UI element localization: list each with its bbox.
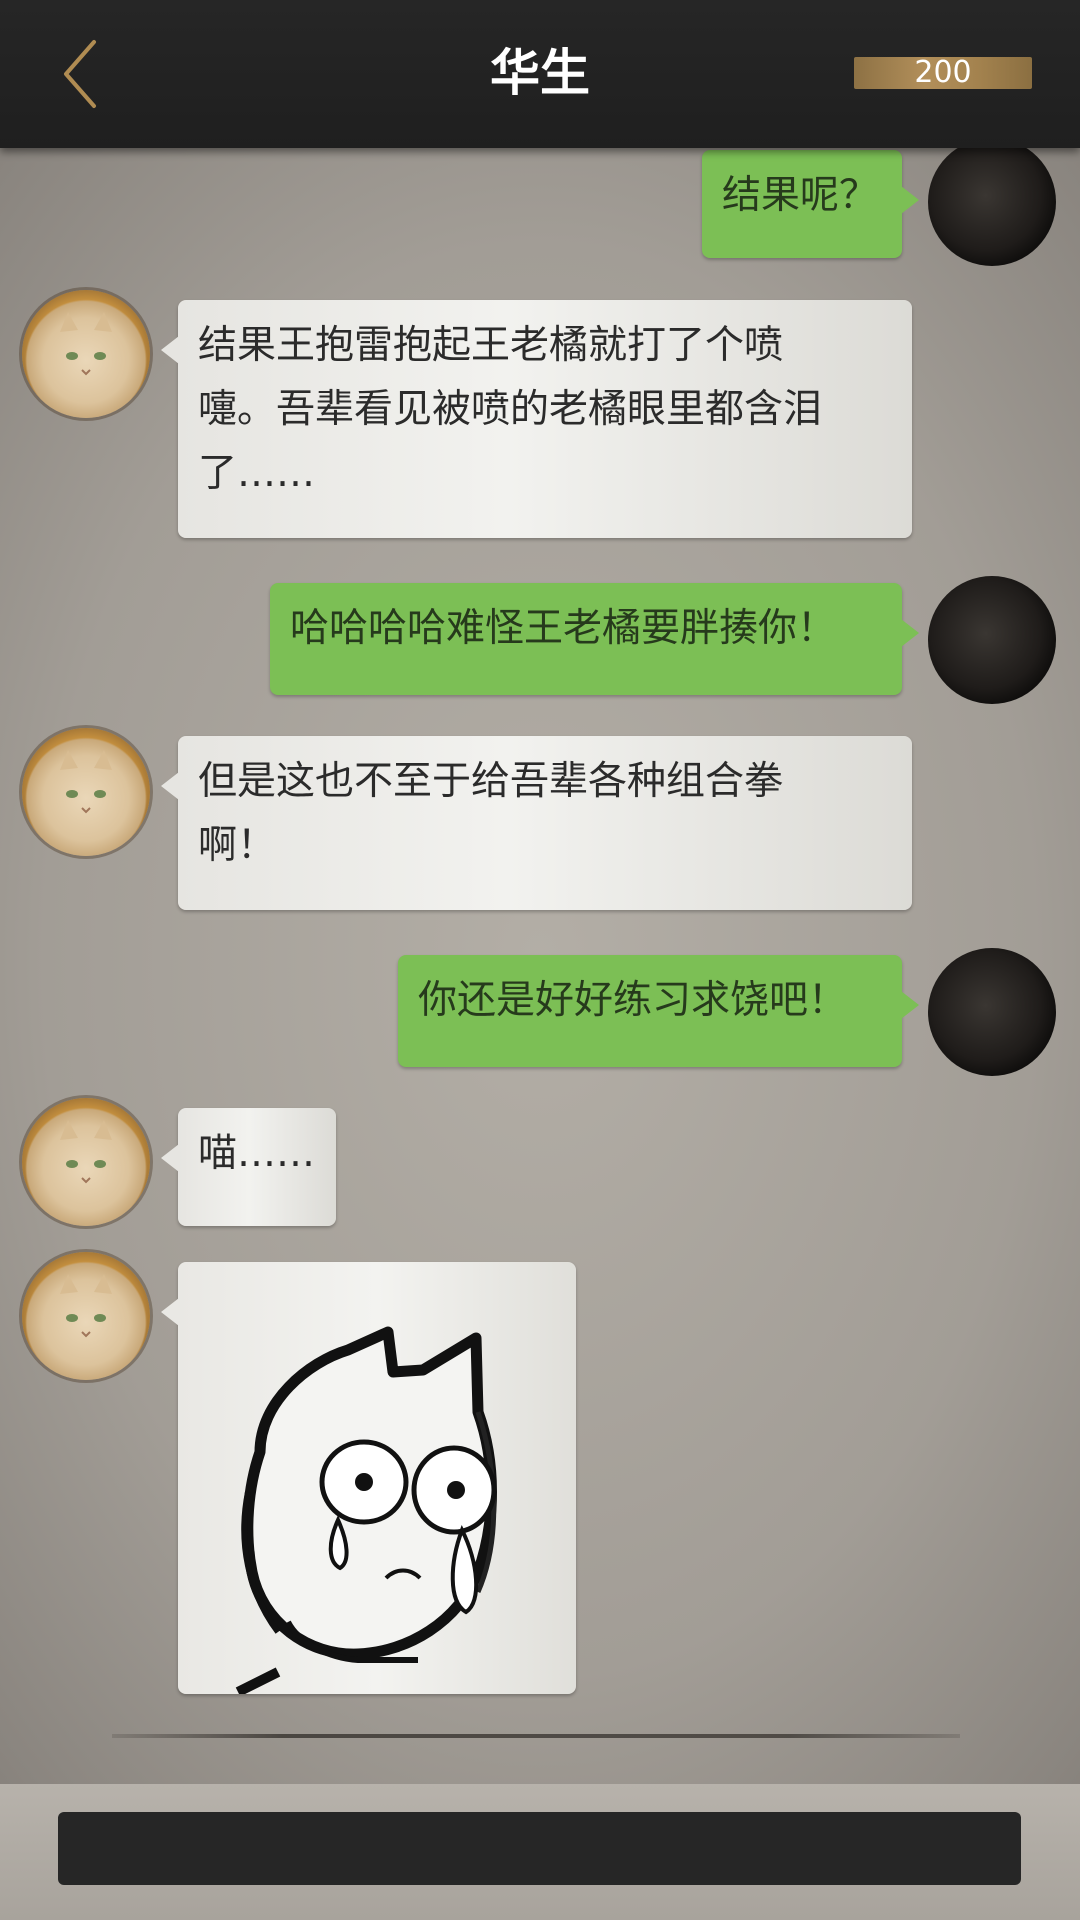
chat-screen: 华生 200 结果呢？ 结果王抱雷抱起王老橘就打了个喷 嚏。吾辈看见被喷的老橘眼… — [0, 0, 1080, 1920]
message-line: 嚏。吾辈看见被喷的老橘眼里都含泪 — [198, 387, 823, 432]
crying-cat-sticker — [235, 1326, 497, 1697]
back-button[interactable] — [50, 36, 120, 112]
contact-avatar[interactable] — [22, 290, 150, 418]
cat-face-icon — [60, 750, 112, 814]
chevron-left-icon — [64, 40, 96, 108]
message-line: 但是这也不至于给吾辈各种组合拳 — [198, 759, 784, 804]
my-avatar[interactable] — [928, 576, 1056, 704]
message-text: 喵…… — [198, 1131, 316, 1176]
cat-face-icon — [60, 1274, 112, 1338]
cat-face-icon — [60, 1120, 112, 1184]
cat-face-icon — [60, 312, 112, 376]
message-line: 结果王抱雷抱起王老橘就打了个喷 — [198, 323, 784, 368]
my-avatar[interactable] — [928, 948, 1056, 1076]
contact-avatar[interactable] — [22, 1252, 150, 1380]
message-line: 了…… — [198, 451, 316, 496]
my-message-bubble: 哈哈哈哈难怪王老橘要胖揍你！ — [270, 583, 919, 695]
top-bar: 华生 200 — [0, 0, 1080, 148]
contact-message-bubble: 但是这也不至于给吾辈各种组合拳 啊！ — [161, 736, 912, 910]
contact-message-bubble: 结果王抱雷抱起王老橘就打了个喷 嚏。吾辈看见被喷的老橘眼里都含泪 了…… — [161, 300, 912, 538]
message-text: 结果呢？ — [722, 173, 879, 218]
message-text: 你还是好好练习求饶吧！ — [418, 978, 848, 1023]
sticker-message-bubble[interactable] — [161, 1262, 576, 1697]
message-line: 啊！ — [198, 823, 277, 868]
coin-counter: 200 — [854, 57, 1032, 89]
my-message-bubble: 你还是好好练习求饶吧！ — [398, 955, 919, 1067]
contact-avatar[interactable] — [22, 1098, 150, 1226]
divider — [112, 1734, 960, 1738]
message-input[interactable] — [58, 1812, 1021, 1885]
my-avatar[interactable] — [928, 138, 1056, 266]
contact-avatar[interactable] — [22, 728, 150, 856]
contact-message-bubble: 喵…… — [161, 1108, 336, 1226]
my-message-bubble: 结果呢？ — [702, 150, 919, 258]
message-text: 哈哈哈哈难怪王老橘要胖揍你！ — [290, 606, 837, 651]
